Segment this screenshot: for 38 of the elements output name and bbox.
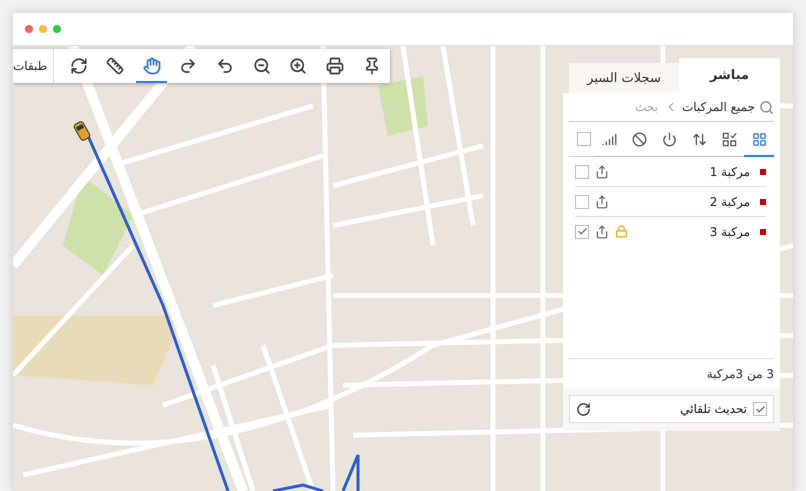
search-field[interactable]: بحث (596, 99, 660, 115)
checklist-icon (722, 132, 736, 146)
sort-icon (692, 132, 706, 146)
hand-icon (142, 57, 161, 75)
undo-icon (216, 57, 234, 75)
minimize-window-dot[interactable] (39, 25, 47, 33)
zoom-in-icon (289, 57, 308, 75)
power-icon (662, 132, 676, 146)
redo-icon (179, 57, 198, 75)
close-window-dot[interactable] (25, 25, 33, 33)
refresh-icon (70, 57, 88, 75)
checkmark-icon (576, 226, 588, 237)
search-icon (759, 100, 774, 114)
panel-tab[interactable]: مباشر (679, 58, 780, 93)
refresh-icon[interactable] (576, 402, 591, 416)
checkmark-icon (754, 404, 766, 414)
auto-refresh-checkbox[interactable] (753, 402, 767, 416)
vehicle-checkbox[interactable] (575, 194, 589, 208)
share-icon[interactable] (595, 224, 609, 238)
ruler-icon (106, 57, 124, 75)
maximize-window-dot[interactable] (53, 25, 61, 33)
vehicle-checkbox[interactable] (575, 224, 589, 238)
printer-icon (326, 57, 344, 75)
vehicle-name[interactable]: مركبة 1 (615, 164, 750, 178)
vehicle-name[interactable]: مركبة 2 (615, 194, 750, 208)
share-icon[interactable] (595, 194, 609, 208)
auto-refresh-label: تحديث تلقائي (679, 402, 747, 416)
vehicle-checkbox[interactable] (575, 164, 589, 178)
signal-icon (602, 132, 616, 146)
ban-icon (632, 132, 646, 146)
layers-label[interactable]: طبقات (13, 49, 54, 83)
zoom-out-icon (252, 57, 271, 75)
share-icon[interactable] (595, 164, 609, 178)
grid-icon (752, 132, 766, 146)
select-all-checkbox[interactable] (577, 132, 591, 146)
vehicle-scope-label[interactable]: جميع المركبات (682, 100, 755, 114)
vehicle-name[interactable]: مركبة 3 (634, 224, 750, 238)
panel-tab[interactable]: سجلات السير (569, 63, 679, 93)
